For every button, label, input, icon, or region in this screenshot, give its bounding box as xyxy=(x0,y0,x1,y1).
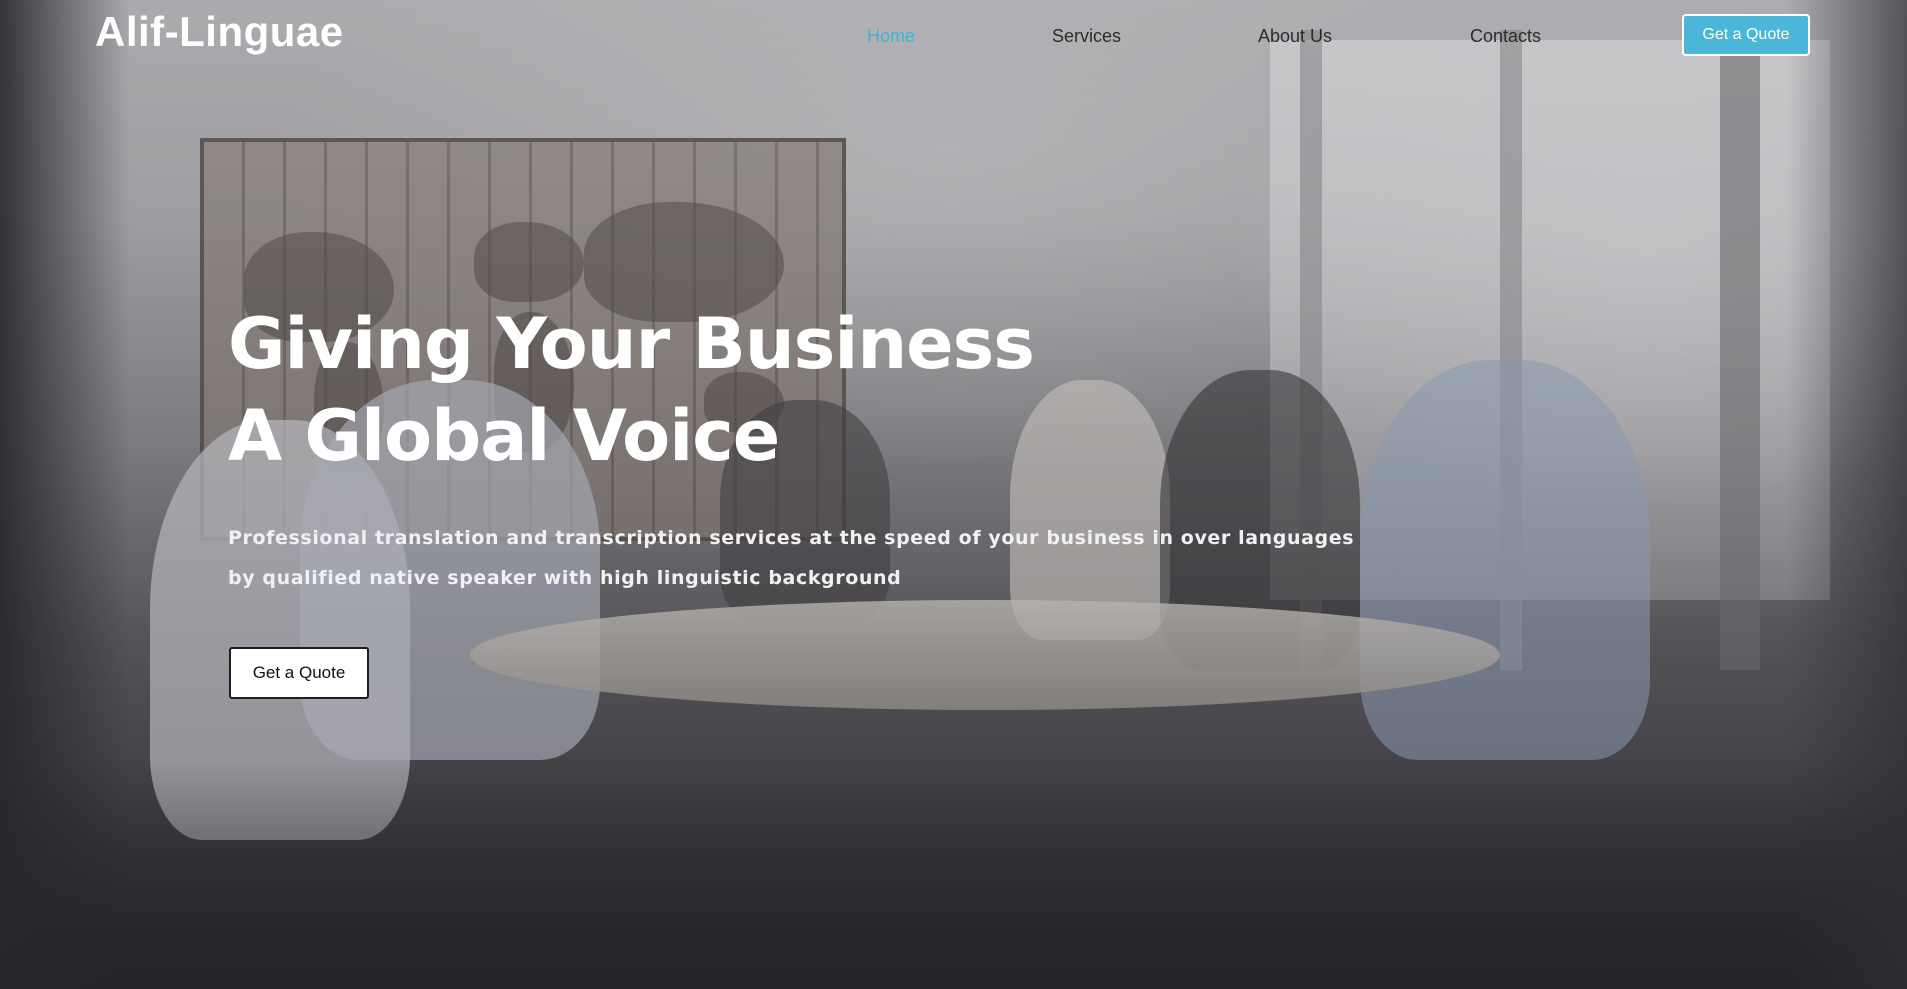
hero-title-line: A Global Voice xyxy=(228,395,780,477)
header-get-quote-button[interactable]: Get a Quote xyxy=(1682,14,1810,56)
hero-overlay xyxy=(0,0,1907,989)
hero-title: Giving Your Business A Global Voice xyxy=(228,298,1035,482)
nav-about-us[interactable]: About Us xyxy=(1258,26,1332,47)
site-logo[interactable]: Alif-Linguae xyxy=(95,8,344,56)
navbar: Alif-Linguae Home Services About Us Cont… xyxy=(0,0,1907,72)
hero-subtitle: Professional translation and transcripti… xyxy=(228,518,1354,598)
landing-page: Alif-Linguae Home Services About Us Cont… xyxy=(0,0,1907,989)
hero-title-line: Giving Your Business xyxy=(228,303,1035,385)
hero-subtitle-line: Professional translation and transcripti… xyxy=(228,527,1355,549)
nav-contacts[interactable]: Contacts xyxy=(1470,26,1541,47)
nav-home[interactable]: Home xyxy=(867,26,915,47)
hero-get-quote-button[interactable]: Get a Quote xyxy=(229,647,369,699)
hero-subtitle-line: by qualified native speaker with high li… xyxy=(228,567,902,589)
nav-services[interactable]: Services xyxy=(1052,26,1121,47)
